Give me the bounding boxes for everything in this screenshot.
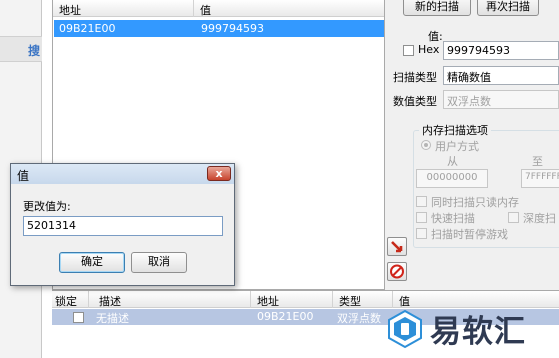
dialog-close-button[interactable]: x [207, 166, 231, 181]
results-header: 地址 值 [53, 0, 384, 17]
column-separator [193, 0, 194, 17]
dialog-prompt: 更改值为: [23, 200, 71, 213]
hex-label: Hex [418, 43, 440, 56]
results-col-value[interactable]: 值 [200, 2, 211, 18]
left-tab[interactable]: 搜 [0, 36, 42, 62]
next-scan-button[interactable]: 再次扫描 [477, 0, 539, 16]
value-type-value: 双浮点数 [447, 95, 491, 108]
hex-checkbox[interactable] [403, 45, 414, 56]
close-icon: x [215, 167, 223, 180]
deep-scan-label: 深度扫 [523, 212, 556, 225]
column-separator [332, 291, 333, 308]
col-description[interactable]: 描述 [99, 293, 121, 309]
red-arrow-icon [391, 241, 403, 253]
fast-scan-label: 快速扫描 [431, 212, 475, 225]
scan-type-value: 精确数值 [447, 71, 491, 84]
row-type: 双浮点数 [337, 312, 381, 325]
from-label: 从 [447, 155, 458, 168]
pause-game-label: 扫描时暂停游戏 [431, 228, 508, 241]
watermark-logo [388, 309, 422, 349]
fast-scan-checkbox[interactable] [416, 212, 427, 223]
readonly-memory-label: 同时扫描只读内存 [431, 196, 519, 209]
user-mode-radio[interactable] [421, 140, 431, 150]
scan-type-select[interactable]: 精确数值 [443, 66, 559, 85]
col-lock[interactable]: 锁定 [55, 293, 77, 309]
first-scan-button[interactable]: 新的扫描 [403, 0, 471, 16]
add-to-list-button[interactable] [387, 237, 407, 256]
scan-type-label: 扫描类型 [393, 71, 437, 84]
col-type[interactable]: 类型 [339, 293, 361, 309]
to-label: 至 [532, 155, 543, 168]
row-address: 09B21E00 [257, 310, 314, 323]
deep-scan-checkbox[interactable] [508, 212, 519, 223]
left-tab-label: 搜 [27, 44, 40, 58]
start-address-input[interactable]: 00000000 [416, 169, 488, 188]
no-entry-icon [390, 264, 404, 279]
memory-options-title: 内存扫描选项 [419, 122, 491, 138]
readonly-memory-checkbox[interactable] [416, 196, 427, 207]
watermark-text: 易软汇 [430, 314, 526, 350]
dialog-title: 值 [17, 169, 30, 183]
new-value-input[interactable]: 5201314 [23, 216, 223, 236]
change-value-dialog: 值 x 更改值为: 5201314 确定 取消 [10, 163, 235, 286]
col-value[interactable]: 值 [399, 293, 410, 309]
stop-button[interactable] [387, 262, 407, 281]
column-separator [88, 291, 89, 308]
user-mode-label: 用户方式 [435, 140, 479, 153]
results-row[interactable]: 09B21E00 999794593 [54, 20, 384, 37]
stop-address-input[interactable]: 7FFFFFFF [521, 169, 559, 188]
lock-checkbox[interactable] [73, 312, 84, 323]
scan-value-input[interactable]: 999794593 [443, 41, 559, 60]
results-col-address[interactable]: 地址 [59, 2, 81, 18]
ok-button[interactable]: 确定 [59, 252, 125, 273]
result-value: 999794593 [201, 22, 264, 35]
column-separator [250, 291, 251, 308]
pause-game-checkbox[interactable] [416, 228, 427, 239]
scan-panel: 新的扫描 再次扫描 值: Hex 999794593 扫描类型 精确数值 数值类… [385, 0, 559, 290]
dialog-titlebar[interactable]: 值 x [11, 164, 234, 184]
value-type-label: 数值类型 [393, 95, 437, 108]
col-address[interactable]: 地址 [257, 293, 279, 309]
column-separator [392, 291, 393, 308]
row-description: 无描述 [96, 312, 129, 325]
cancel-button[interactable]: 取消 [131, 252, 187, 273]
value-type-select[interactable]: 双浮点数 [443, 90, 559, 109]
value-label: 值: [428, 30, 443, 43]
result-address: 09B21E00 [59, 22, 116, 35]
